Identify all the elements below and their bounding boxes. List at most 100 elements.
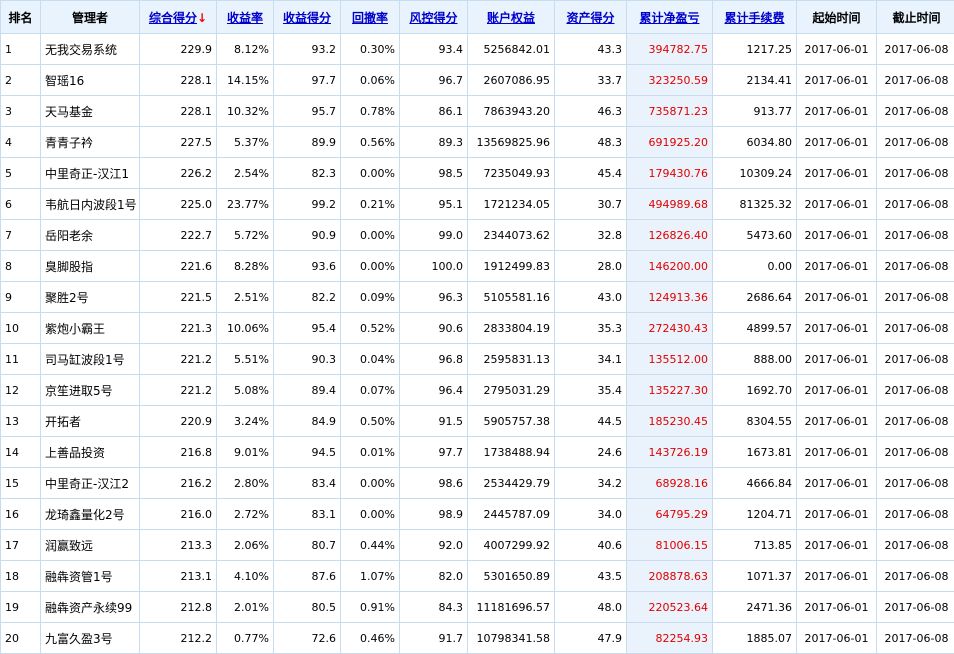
risk-score-cell: 98.9 <box>400 499 468 530</box>
sort-drawdown-link[interactable]: 回撤率 <box>352 11 388 25</box>
header-risk-score[interactable]: 风控得分 <box>400 1 468 34</box>
net-pnl-cell: 143726.19 <box>627 437 713 468</box>
equity-cell: 1738488.94 <box>468 437 555 468</box>
sort-risk-score-link[interactable]: 风控得分 <box>409 11 457 25</box>
end-date-cell: 2017-06-08 <box>877 375 954 406</box>
asset-score-cell: 24.6 <box>555 437 627 468</box>
asset-score-cell: 35.3 <box>555 313 627 344</box>
manager-cell: 青青子衿 <box>41 127 140 158</box>
table-row: 10紫炮小霸王221.310.06%95.40.52%90.62833804.1… <box>1 313 954 344</box>
header-drawdown[interactable]: 回撤率 <box>341 1 400 34</box>
net-pnl-cell: 185230.45 <box>627 406 713 437</box>
header-equity[interactable]: 账户权益 <box>468 1 555 34</box>
rank-cell: 18 <box>1 561 41 592</box>
return-score-cell: 72.6 <box>274 623 341 654</box>
composite-cell: 221.3 <box>140 313 217 344</box>
risk-score-cell: 98.6 <box>400 468 468 499</box>
header-composite[interactable]: 综合得分↓ <box>140 1 217 34</box>
manager-cell: 聚胜2号 <box>41 282 140 313</box>
risk-score-cell: 91.7 <box>400 623 468 654</box>
return-score-cell: 87.6 <box>274 561 341 592</box>
asset-score-cell: 40.6 <box>555 530 627 561</box>
net-pnl-cell: 220523.64 <box>627 592 713 623</box>
asset-score-cell: 44.5 <box>555 406 627 437</box>
start-date-cell: 2017-06-01 <box>797 189 877 220</box>
equity-cell: 10798341.58 <box>468 623 555 654</box>
rank-cell: 13 <box>1 406 41 437</box>
risk-score-cell: 90.6 <box>400 313 468 344</box>
risk-score-cell: 98.5 <box>400 158 468 189</box>
return-score-cell: 89.4 <box>274 375 341 406</box>
drawdown-cell: 0.06% <box>341 65 400 96</box>
equity-cell: 5256842.01 <box>468 34 555 65</box>
rank-cell: 20 <box>1 623 41 654</box>
manager-cell: 臭脚股指 <box>41 251 140 282</box>
start-date-cell: 2017-06-01 <box>797 34 877 65</box>
start-date-cell: 2017-06-01 <box>797 127 877 158</box>
header-asset-score[interactable]: 资产得分 <box>555 1 627 34</box>
return-rate-cell: 2.54% <box>217 158 274 189</box>
header-return-rate[interactable]: 收益率 <box>217 1 274 34</box>
composite-cell: 228.1 <box>140 65 217 96</box>
table-row: 11司马缸波段1号221.25.51%90.30.04%96.82595831.… <box>1 344 954 375</box>
end-date-cell: 2017-06-08 <box>877 344 954 375</box>
end-date-cell: 2017-06-08 <box>877 406 954 437</box>
risk-score-cell: 82.0 <box>400 561 468 592</box>
return-rate-cell: 5.72% <box>217 220 274 251</box>
sort-fees-link[interactable]: 累计手续费 <box>724 11 784 25</box>
equity-cell: 2595831.13 <box>468 344 555 375</box>
header-fees[interactable]: 累计手续费 <box>713 1 797 34</box>
rank-cell: 12 <box>1 375 41 406</box>
table-row: 8臭脚股指221.68.28%93.60.00%100.01912499.832… <box>1 251 954 282</box>
end-date-cell: 2017-06-08 <box>877 282 954 313</box>
header-net-pnl[interactable]: 累计净盈亏 <box>627 1 713 34</box>
equity-cell: 7863943.20 <box>468 96 555 127</box>
fees-cell: 6034.80 <box>713 127 797 158</box>
asset-score-cell: 43.3 <box>555 34 627 65</box>
rank-cell: 14 <box>1 437 41 468</box>
net-pnl-cell: 124913.36 <box>627 282 713 313</box>
start-date-cell: 2017-06-01 <box>797 375 877 406</box>
sort-down-arrow-icon: ↓ <box>197 11 207 25</box>
sort-composite-link[interactable]: 综合得分 <box>149 11 197 25</box>
header-end: 截止时间 <box>877 1 954 34</box>
drawdown-cell: 0.44% <box>341 530 400 561</box>
asset-score-cell: 45.4 <box>555 158 627 189</box>
rank-cell: 2 <box>1 65 41 96</box>
manager-cell: 融犇资管1号 <box>41 561 140 592</box>
header-return-score[interactable]: 收益得分 <box>274 1 341 34</box>
composite-cell: 216.2 <box>140 468 217 499</box>
manager-cell: 京笙进取5号 <box>41 375 140 406</box>
equity-cell: 7235049.93 <box>468 158 555 189</box>
return-rate-cell: 4.10% <box>217 561 274 592</box>
sort-net-pnl-link[interactable]: 累计净盈亏 <box>639 11 699 25</box>
return-rate-cell: 8.28% <box>217 251 274 282</box>
start-date-cell: 2017-06-01 <box>797 344 877 375</box>
table-row: 7岳阳老余222.75.72%90.90.00%99.02344073.6232… <box>1 220 954 251</box>
manager-cell: 无我交易系统 <box>41 34 140 65</box>
rank-cell: 3 <box>1 96 41 127</box>
drawdown-cell: 0.07% <box>341 375 400 406</box>
rank-cell: 7 <box>1 220 41 251</box>
start-date-cell: 2017-06-01 <box>797 313 877 344</box>
risk-score-cell: 86.1 <box>400 96 468 127</box>
drawdown-cell: 0.30% <box>341 34 400 65</box>
return-score-cell: 94.5 <box>274 437 341 468</box>
sort-return-score-link[interactable]: 收益得分 <box>283 11 331 25</box>
drawdown-cell: 0.00% <box>341 220 400 251</box>
table-row: 4青青子衿227.55.37%89.90.56%89.313569825.964… <box>1 127 954 158</box>
sort-equity-link[interactable]: 账户权益 <box>487 11 535 25</box>
end-date-cell: 2017-06-08 <box>877 158 954 189</box>
manager-cell: 岳阳老余 <box>41 220 140 251</box>
equity-cell: 2607086.95 <box>468 65 555 96</box>
asset-score-cell: 48.3 <box>555 127 627 158</box>
start-date-cell: 2017-06-01 <box>797 220 877 251</box>
asset-score-cell: 35.4 <box>555 375 627 406</box>
sort-return-rate-link[interactable]: 收益率 <box>227 11 263 25</box>
table-row: 5中里奇正-汉江1226.22.54%82.30.00%98.57235049.… <box>1 158 954 189</box>
sort-asset-score-link[interactable]: 资产得分 <box>566 11 614 25</box>
start-date-cell: 2017-06-01 <box>797 530 877 561</box>
rank-cell: 4 <box>1 127 41 158</box>
composite-cell: 213.1 <box>140 561 217 592</box>
asset-score-cell: 32.8 <box>555 220 627 251</box>
